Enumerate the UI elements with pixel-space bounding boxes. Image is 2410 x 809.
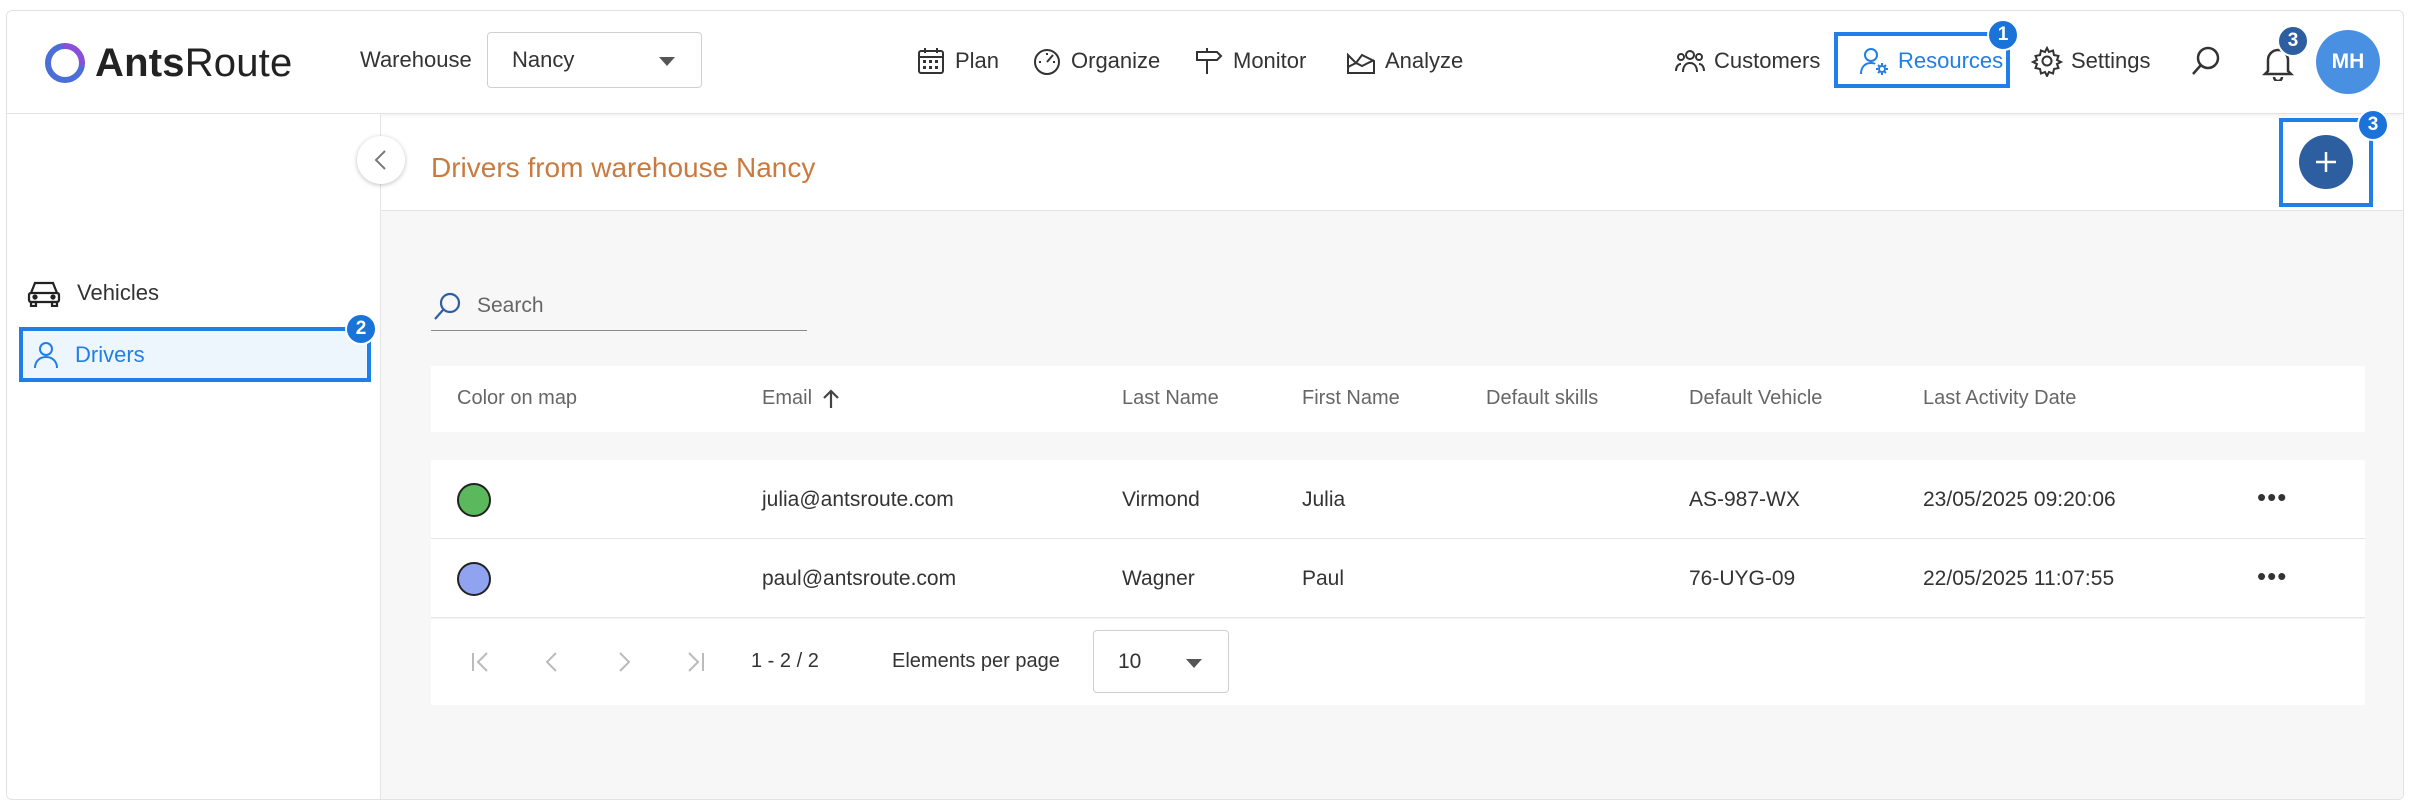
cell-last-activity: 23/05/2025 09:20:06 bbox=[1923, 488, 2116, 511]
cell-last-name: Virmond bbox=[1122, 488, 1200, 511]
per-page-label: Elements per page bbox=[892, 650, 1060, 672]
app-window: AntsRoute Warehouse Nancy Plan Organize … bbox=[6, 10, 2404, 800]
more-actions-icon[interactable]: ••• bbox=[2257, 561, 2287, 592]
nav-monitor-label: Monitor bbox=[1233, 48, 1307, 73]
user-icon bbox=[34, 342, 58, 369]
sidebar: Vehicles bbox=[7, 114, 381, 799]
first-page-icon[interactable] bbox=[467, 647, 497, 677]
column-header-email-label: Email bbox=[762, 387, 813, 409]
area-chart-icon bbox=[1347, 52, 1375, 74]
cell-default-vehicle: 76-UYG-09 bbox=[1689, 567, 1796, 590]
antsroute-logo-icon bbox=[45, 43, 85, 83]
users-group-icon bbox=[1675, 50, 1705, 73]
nav-plan[interactable]: Plan bbox=[915, 41, 999, 81]
per-page-value: 10 bbox=[1118, 649, 1142, 673]
column-header-color[interactable]: Color on map bbox=[457, 387, 577, 410]
last-page-icon[interactable] bbox=[679, 647, 709, 677]
table-row[interactable]: paul@antsroute.com Wagner Paul 76-UYG-09… bbox=[431, 539, 2365, 618]
divider bbox=[381, 210, 2403, 211]
table-header: Color on map Email Last Name First Name … bbox=[431, 366, 2365, 432]
nav-settings-label: Settings bbox=[2071, 48, 2151, 73]
map-color-swatch bbox=[457, 562, 491, 596]
column-header-first-name[interactable]: First Name bbox=[1302, 387, 1400, 410]
map-color-swatch bbox=[457, 483, 491, 517]
warehouse-select-value: Nancy bbox=[512, 47, 575, 72]
search-field[interactable] bbox=[431, 281, 807, 331]
previous-page-icon[interactable] bbox=[537, 647, 567, 677]
pagination-range: 1 - 2 / 2 bbox=[751, 650, 819, 672]
caret-down-icon bbox=[1186, 659, 1202, 668]
column-header-last-name[interactable]: Last Name bbox=[1122, 387, 1219, 410]
column-header-default-skills[interactable]: Default skills bbox=[1486, 387, 1598, 410]
cell-first-name: Julia bbox=[1302, 488, 1346, 511]
logo-text: AntsRoute bbox=[95, 40, 293, 85]
sort-ascending-icon bbox=[823, 388, 839, 408]
chevron-left-icon bbox=[374, 150, 386, 170]
signpost-icon bbox=[1196, 48, 1223, 74]
gear-icon bbox=[2031, 45, 2063, 77]
speedometer-icon bbox=[1034, 49, 1060, 75]
nav-analyze-label: Analyze bbox=[1385, 48, 1464, 73]
column-header-default-vehicle[interactable]: Default Vehicle bbox=[1689, 387, 1822, 410]
warehouse-select[interactable]: Nancy bbox=[487, 32, 702, 88]
resources-highlight-box bbox=[1834, 32, 2010, 88]
nav-customers[interactable]: Customers bbox=[1674, 41, 1820, 81]
nav-settings[interactable]: Settings bbox=[2031, 41, 2151, 81]
notification-count-badge: 3 bbox=[2277, 25, 2309, 57]
nav-monitor[interactable]: Monitor bbox=[1193, 41, 1306, 81]
step-2-badge: 2 bbox=[345, 313, 377, 345]
table-row[interactable]: julia@antsroute.com Virmond Julia AS-987… bbox=[431, 460, 2365, 539]
search-icon bbox=[434, 292, 461, 320]
next-page-icon[interactable] bbox=[609, 647, 639, 677]
collapse-sidebar-button[interactable] bbox=[357, 136, 405, 184]
cell-last-activity: 22/05/2025 11:07:55 bbox=[1923, 567, 2115, 590]
search-icon[interactable] bbox=[2189, 44, 2223, 78]
sidebar-item-drivers[interactable]: Drivers bbox=[33, 341, 145, 369]
cell-default-vehicle: AS-987-WX bbox=[1689, 488, 1800, 511]
warehouse-label: Warehouse bbox=[360, 47, 472, 72]
cell-email: julia@antsroute.com bbox=[762, 488, 954, 511]
page-title: Drivers from warehouse Nancy bbox=[431, 152, 816, 183]
user-avatar[interactable]: MH bbox=[2316, 30, 2380, 94]
more-actions-icon[interactable]: ••• bbox=[2257, 482, 2287, 513]
pagination-bar: 1 - 2 / 2 Elements per page 10 bbox=[431, 619, 2365, 705]
sidebar-item-drivers-label: Drivers bbox=[75, 342, 145, 367]
calendar-icon bbox=[918, 48, 944, 74]
sidebar-item-vehicles[interactable]: Vehicles bbox=[27, 279, 159, 307]
cell-email: paul@antsroute.com bbox=[762, 567, 957, 590]
column-header-email[interactable]: Email bbox=[762, 387, 840, 410]
per-page-select[interactable]: 10 bbox=[1093, 630, 1229, 693]
cell-last-name: Wagner bbox=[1122, 567, 1195, 590]
nav-organize-label: Organize bbox=[1071, 48, 1161, 73]
cell-first-name: Paul bbox=[1302, 567, 1345, 590]
sidebar-item-vehicles-label: Vehicles bbox=[77, 280, 159, 305]
step-3-badge: 3 bbox=[2357, 109, 2389, 141]
step-1-badge: 1 bbox=[1987, 19, 2019, 51]
column-header-last-activity[interactable]: Last Activity Date bbox=[1923, 387, 2076, 410]
nav-organize[interactable]: Organize bbox=[1031, 41, 1160, 81]
caret-down-icon bbox=[659, 57, 675, 66]
nav-customers-label: Customers bbox=[1714, 48, 1821, 73]
logo[interactable]: AntsRoute bbox=[43, 37, 292, 89]
top-header: AntsRoute Warehouse Nancy Plan Organize … bbox=[7, 11, 2403, 114]
nav-plan-label: Plan bbox=[955, 48, 1000, 73]
nav-analyze[interactable]: Analyze bbox=[1345, 41, 1463, 81]
car-icon bbox=[27, 281, 61, 307]
search-input[interactable] bbox=[477, 293, 777, 318]
